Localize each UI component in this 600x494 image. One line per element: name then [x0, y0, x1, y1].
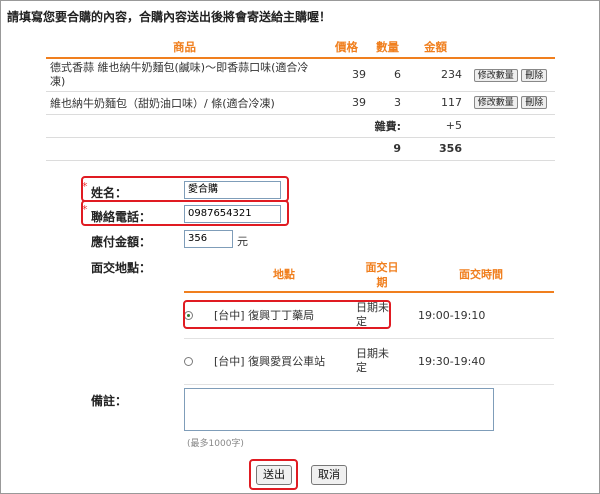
misc-fee-value: +5	[405, 114, 466, 138]
cart-item-amount: 234	[405, 58, 466, 92]
pay-label: 應付金額：	[91, 235, 152, 249]
cancel-button[interactable]: 取消	[311, 465, 347, 485]
cart-item-price: 39	[323, 91, 370, 115]
meetup-header-row: 地點 面交日期 面交時間	[184, 258, 554, 293]
total-row: 9 356	[46, 137, 555, 161]
meetup-radio[interactable]	[184, 357, 193, 366]
highlight-box-location	[183, 300, 391, 329]
note-hint: (最多1000字)	[187, 439, 244, 449]
pay-amount-input[interactable]: 356	[184, 230, 233, 248]
table-row: 德式香蒜 維也納牛奶麵包(鹹味)～即香蒜口味(適合冷凍) 39 6 234 修改…	[46, 58, 555, 92]
pay-unit: 元	[237, 235, 248, 248]
meetup-header-time: 面交時間	[408, 258, 554, 293]
highlight-box-submit	[249, 459, 298, 490]
cart-item-qty: 3	[370, 91, 405, 115]
meetup-header-date: 面交日期	[356, 258, 408, 293]
meetup-location: [台中] 復興愛買公車站	[212, 338, 356, 385]
meetup-header-location: 地點	[212, 258, 356, 293]
cart-header-product: 商品	[46, 37, 323, 59]
note-label: 備註：	[91, 394, 128, 408]
delete-button[interactable]: 刪除	[521, 96, 548, 110]
meetup-time: 19:00-19:10	[408, 292, 554, 339]
cart-item-amount: 117	[405, 91, 466, 115]
cart-item-actions: 修改數量 刪除	[466, 91, 555, 115]
cart-item-qty: 6	[370, 58, 405, 92]
note-textarea[interactable]	[184, 388, 494, 431]
total-amount: 356	[405, 137, 466, 161]
meetup-time: 19:30-19:40	[408, 338, 554, 385]
edit-qty-button[interactable]: 修改數量	[473, 68, 518, 82]
cart-header-row: 商品 價格 數量 金額	[46, 37, 555, 59]
cart-item-price: 39	[323, 58, 370, 92]
misc-fee-row: 雜費: +5	[46, 114, 555, 138]
meetup-date: 日期未定	[356, 338, 408, 385]
meet-location-label: 面交地點：	[91, 261, 152, 275]
cart-table: 商品 價格 數量 金額 德式香蒜 維也納牛奶麵包(鹹味)～即香蒜口味(適合冷凍)…	[46, 37, 555, 161]
cart-item-name: 維也納牛奶麵包（甜奶油口味）/ 條(適合冷凍)	[46, 91, 323, 115]
table-row: [台中] 復興愛買公車站 日期未定 19:30-19:40	[184, 338, 554, 385]
highlight-box-name	[81, 176, 289, 202]
highlight-box-phone	[81, 200, 289, 226]
misc-fee-label: 雜費:	[370, 114, 405, 138]
cart-header-qty: 數量	[370, 37, 405, 59]
page-title: 請填寫您要合購的內容，合購內容送出後將會寄送給主購喔！	[7, 10, 332, 24]
cart-item-name: 德式香蒜 維也納牛奶麵包(鹹味)～即香蒜口味(適合冷凍)	[46, 58, 323, 92]
cart-item-actions: 修改數量 刪除	[466, 58, 555, 92]
cart-header-amount: 金額	[405, 37, 466, 59]
cart-header-actions	[466, 37, 555, 59]
cart-header-price: 價格	[323, 37, 370, 59]
table-row: 維也納牛奶麵包（甜奶油口味）/ 條(適合冷凍) 39 3 117 修改數量 刪除	[46, 91, 555, 115]
total-qty: 9	[370, 137, 405, 161]
delete-button[interactable]: 刪除	[521, 68, 548, 82]
edit-qty-button[interactable]: 修改數量	[473, 96, 518, 110]
